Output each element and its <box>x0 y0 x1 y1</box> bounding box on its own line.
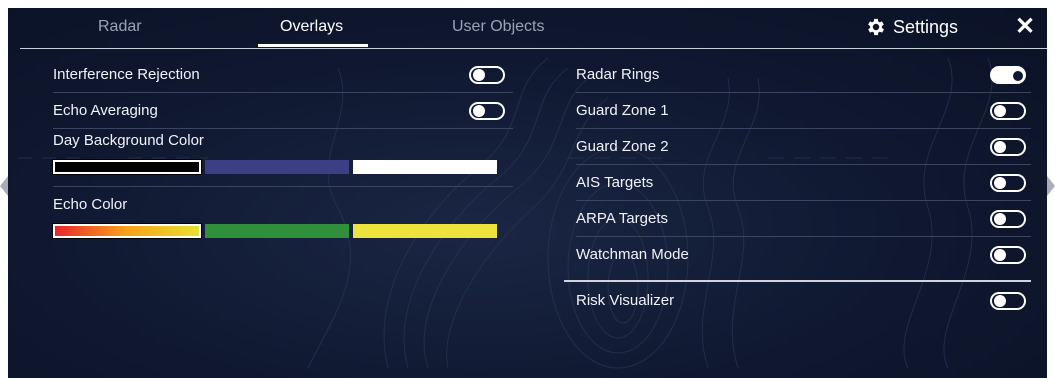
watchman-mode-row[interactable]: Watchman Mode <box>576 236 1031 272</box>
interference-rejection-toggle[interactable] <box>469 66 505 84</box>
tab-user-objects[interactable]: User Objects <box>452 18 544 36</box>
guard-zone-1-toggle[interactable] <box>990 102 1026 120</box>
settings-button[interactable]: Settings <box>865 16 958 38</box>
echo-color-label: Echo Color <box>53 196 128 213</box>
arpa-targets-toggle[interactable] <box>990 210 1026 228</box>
tab-radar[interactable]: Radar <box>98 18 142 36</box>
gear-icon <box>868 18 884 36</box>
day-bg-swatch-black[interactable] <box>52 159 202 175</box>
watchman-mode-toggle[interactable] <box>990 246 1026 264</box>
interference-rejection-label: Interference Rejection <box>53 65 200 83</box>
day-bg-swatch-white[interactable] <box>353 160 497 174</box>
guard-zone-1-row[interactable]: Guard Zone 1 <box>576 92 1031 128</box>
ais-targets-toggle[interactable] <box>990 174 1026 192</box>
echo-averaging-toggle[interactable] <box>469 102 505 120</box>
divider <box>53 186 513 187</box>
day-bg-swatch-navy[interactable] <box>205 160 349 174</box>
overlays-settings-panel: Radar Overlays User Objects Settings ✕ I… <box>8 8 1047 378</box>
interference-rejection-row[interactable]: Interference Rejection <box>53 56 513 92</box>
risk-visualizer-row[interactable]: Risk Visualizer <box>576 282 1031 318</box>
echo-color-swatch-yellow[interactable] <box>353 224 497 238</box>
ais-targets-label: AIS Targets <box>576 173 654 191</box>
settings-label: Settings <box>893 16 959 37</box>
tab-bar: Radar Overlays User Objects Settings ✕ <box>20 8 1047 49</box>
radar-rings-row[interactable]: Radar Rings <box>576 56 1031 92</box>
guard-zone-2-row[interactable]: Guard Zone 2 <box>576 128 1031 164</box>
ais-targets-row[interactable]: AIS Targets <box>576 164 1031 200</box>
page-right-arrow-icon[interactable] <box>1047 176 1055 196</box>
guard-zone-2-toggle[interactable] <box>990 138 1026 156</box>
guard-zone-2-label: Guard Zone 2 <box>576 137 669 155</box>
active-tab-indicator <box>258 44 368 47</box>
radar-rings-toggle[interactable] <box>990 66 1026 84</box>
risk-visualizer-label: Risk Visualizer <box>576 291 675 309</box>
echo-averaging-label: Echo Averaging <box>53 101 158 119</box>
divider <box>53 128 513 129</box>
echo-color-swatch-multicolor[interactable] <box>52 223 202 239</box>
arpa-targets-label: ARPA Targets <box>576 209 668 227</box>
close-icon[interactable]: ✕ <box>1015 12 1035 41</box>
echo-averaging-row[interactable]: Echo Averaging <box>53 92 513 128</box>
arpa-targets-row[interactable]: ARPA Targets <box>576 200 1031 236</box>
radar-rings-label: Radar Rings <box>576 65 660 83</box>
risk-visualizer-toggle[interactable] <box>990 292 1026 310</box>
echo-color-swatch-green[interactable] <box>205 224 349 238</box>
watchman-mode-label: Watchman Mode <box>576 245 689 263</box>
page-left-arrow-icon[interactable] <box>0 176 8 196</box>
tab-overlays[interactable]: Overlays <box>280 18 343 36</box>
guard-zone-1-label: Guard Zone 1 <box>576 101 669 119</box>
day-background-color-label: Day Background Color <box>53 132 204 149</box>
